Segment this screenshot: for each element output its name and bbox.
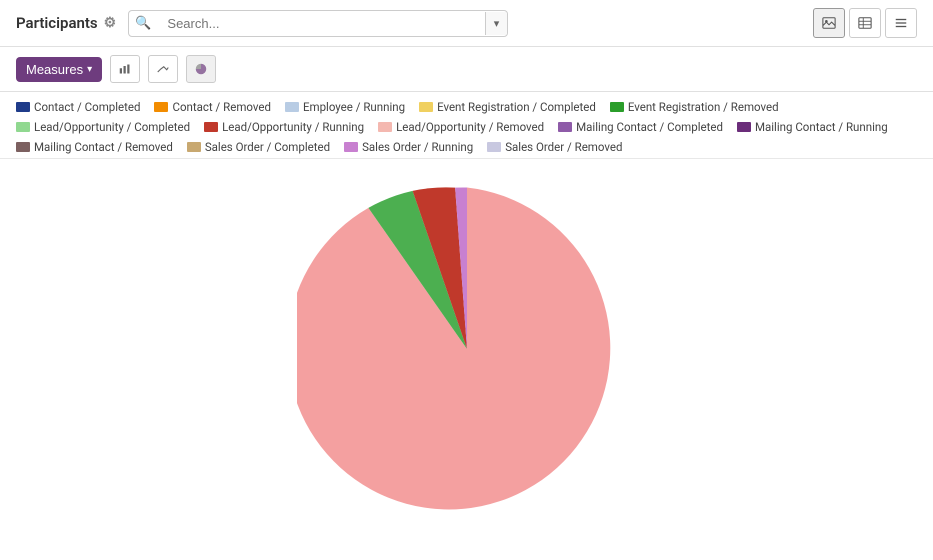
legend-color-swatch	[16, 142, 30, 152]
search-icon: 🔍	[129, 11, 157, 36]
legend-item: Sales Order / Removed	[487, 140, 622, 154]
toolbar: Measures ▾	[0, 47, 933, 92]
measures-button[interactable]: Measures ▾	[16, 57, 102, 82]
search-bar: 🔍 ▾	[128, 10, 508, 37]
legend-label: Lead/Opportunity / Removed	[396, 120, 544, 134]
view-table-button[interactable]	[849, 8, 881, 38]
legend-label: Sales Order / Removed	[505, 140, 622, 154]
measures-arrow: ▾	[87, 64, 92, 75]
legend-color-swatch	[610, 102, 624, 112]
legend-color-swatch	[285, 102, 299, 112]
pie-chart-button[interactable]	[186, 55, 216, 83]
legend-label: Event Registration / Removed	[628, 100, 779, 114]
view-list-button[interactable]	[885, 8, 917, 38]
legend-item: Contact / Completed	[16, 100, 140, 114]
legend-item: Event Registration / Removed	[610, 100, 779, 114]
legend-label: Sales Order / Running	[362, 140, 473, 154]
legend-item: Event Registration / Completed	[419, 100, 596, 114]
legend-item: Contact / Removed	[154, 100, 270, 114]
legend-item: Mailing Contact / Running	[737, 120, 888, 134]
line-chart-icon	[157, 62, 169, 76]
legend-color-swatch	[378, 122, 392, 132]
legend-label: Contact / Completed	[34, 100, 140, 114]
legend-color-swatch	[16, 102, 30, 112]
legend-item: Sales Order / Running	[344, 140, 473, 154]
search-dropdown-button[interactable]: ▾	[485, 12, 508, 35]
legend-item: Employee / Running	[285, 100, 405, 114]
bar-chart-icon	[119, 62, 131, 76]
view-toggle-group	[813, 8, 917, 38]
legend-item: Mailing Contact / Removed	[16, 140, 173, 154]
legend-color-swatch	[187, 142, 201, 152]
legend-area: Contact / Completed Contact / Removed Empl…	[0, 92, 933, 159]
page-title-text: Participants	[16, 14, 98, 32]
legend-label: Contact / Removed	[172, 100, 270, 114]
legend-item: Mailing Contact / Completed	[558, 120, 723, 134]
legend-label: Lead/Opportunity / Completed	[34, 120, 190, 134]
legend-item: Sales Order / Completed	[187, 140, 330, 154]
legend-color-swatch	[487, 142, 501, 152]
chart-area	[0, 159, 933, 539]
top-bar: Participants ⚙ 🔍 ▾	[0, 0, 933, 47]
legend-label: Mailing Contact / Running	[755, 120, 888, 134]
legend-color-swatch	[419, 102, 433, 112]
legend-label: Sales Order / Completed	[205, 140, 330, 154]
page-title: Participants ⚙	[16, 14, 116, 32]
pie-chart-icon	[195, 61, 207, 77]
image-icon	[822, 16, 836, 30]
legend-label: Lead/Opportunity / Running	[222, 120, 364, 134]
line-chart-button[interactable]	[148, 55, 178, 83]
legend-label: Mailing Contact / Removed	[34, 140, 173, 154]
legend-label: Mailing Contact / Completed	[576, 120, 723, 134]
legend-color-swatch	[154, 102, 168, 112]
legend-color-swatch	[204, 122, 218, 132]
legend-item: Lead/Opportunity / Completed	[16, 120, 190, 134]
legend-color-swatch	[344, 142, 358, 152]
bar-chart-button[interactable]	[110, 55, 140, 83]
pie-chart-svg	[297, 179, 637, 519]
table-icon	[858, 16, 872, 30]
legend-color-swatch	[16, 122, 30, 132]
legend-color-swatch	[558, 122, 572, 132]
legend-color-swatch	[737, 122, 751, 132]
legend-label: Event Registration / Completed	[437, 100, 596, 114]
gear-icon[interactable]: ⚙	[104, 15, 117, 31]
legend-label: Employee / Running	[303, 100, 405, 114]
view-image-button[interactable]	[813, 8, 845, 38]
legend-item: Lead/Opportunity / Removed	[378, 120, 544, 134]
pie-chart	[297, 179, 637, 519]
legend-item: Lead/Opportunity / Running	[204, 120, 364, 134]
measures-label: Measures	[26, 62, 83, 77]
list-icon	[894, 16, 908, 30]
search-input[interactable]	[157, 11, 484, 36]
